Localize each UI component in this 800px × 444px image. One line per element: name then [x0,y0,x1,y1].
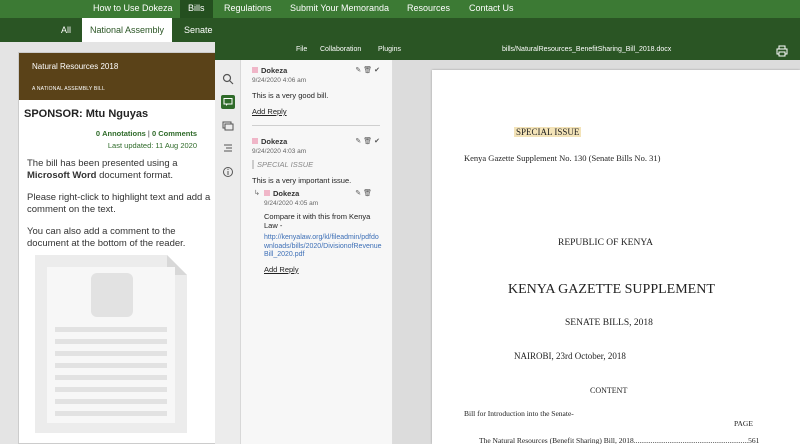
doc-supplement-title: KENYA GAZETTE SUPPLEMENT [508,282,715,297]
document-page[interactable]: SPECIAL ISSUE Kenya Gazette Supplement N… [432,70,800,444]
bill-sidebar: Natural Resources 2018 A NATIONAL ASSEMB… [0,42,216,444]
comment-date: 9/24/2020 4:03 am [252,148,307,155]
bill-card-header: Natural Resources 2018 A NATIONAL ASSEMB… [19,53,215,100]
resolve-icon[interactable]: ✔ [374,67,382,74]
nav-bills[interactable]: Bills [180,0,213,18]
reply-link[interactable]: http://kenyalaw.org/kl/fileadmin/pdfdown… [264,234,382,260]
house-tabs: All National Assembly Senate [0,18,800,42]
nav-how-to-use[interactable]: How to Use Dokeza [93,0,173,18]
doc-special-issue: SPECIAL ISSUE [514,127,582,137]
author-color-icon [252,138,258,144]
desc-format-post: document format. [99,169,174,181]
comments-label[interactable]: Comments [158,129,197,138]
doc-senate-bills: SENATE BILLS, 2018 [565,318,653,328]
top-navigation: How to Use Dokeza Bills Regulations Subm… [0,0,800,18]
document-filename: bills/NaturalResources_BenefitSharing_Bi… [502,46,672,53]
doc-gazette-line: Kenya Gazette Supplement No. 130 (Senate… [464,153,661,163]
comment-item: Dokeza ✎🗑✔ 9/24/2020 4:03 am SPECIAL ISS… [252,137,382,274]
document-viewport[interactable]: SPECIAL ISSUE Kenya Gazette Supplement N… [393,60,800,444]
nav-resources[interactable]: Resources [407,0,450,18]
toc-item-title: The Natural Resources (Benefit Sharing) … [479,436,634,444]
nav-submit-memoranda[interactable]: Submit Your Memoranda [290,0,389,18]
bill-title: Natural Resources 2018 [32,62,119,71]
last-updated: Last updated: 11 Aug 2020 [107,141,197,150]
desc-comment-help: You can also add a comment to the docume… [27,226,186,249]
comment-actions: ✎🗑✔ [355,137,382,145]
doc-dateline: NAIROBI, 23rd October, 2018 [514,351,626,361]
comment-icon[interactable] [221,95,235,109]
bill-card: Natural Resources 2018 A NATIONAL ASSEMB… [18,52,216,444]
add-reply-link[interactable]: Add Reply [264,265,382,274]
comment-text: This is a very good bill. [252,91,329,100]
comments-panel: Dokeza ✎🗑✔ 9/24/2020 4:06 am This is a v… [241,60,393,444]
author-color-icon [252,67,258,73]
edit-icon[interactable]: ✎ [355,190,363,197]
bill-sponsor: SPONSOR: Mtu Nguyas [24,108,149,120]
doc-republic: REPUBLIC OF KENYA [558,238,654,248]
menu-collaboration[interactable]: Collaboration [320,46,361,53]
reply-date: 9/24/2020 4:05 am [264,200,319,207]
info-icon[interactable] [222,166,234,178]
comment-item: Dokeza ✎🗑✔ 9/24/2020 4:06 am This is a v… [252,66,382,116]
reply-text: Compare it with this from Kenya Law - [264,212,371,230]
comment-text: This is a very important issue. [252,176,352,185]
tab-all[interactable]: All [61,18,71,42]
comment-actions: ✎🗑✔ [355,66,382,74]
toc-item-page: 561 [748,436,760,444]
comments-list-icon[interactable] [222,120,234,132]
doc-content-heading: CONTENT [590,386,628,395]
desc-format-pre: The bill has been presented using a [27,158,178,169]
author-color-icon [264,190,270,196]
reply-actions: ✎🗑 [355,189,374,197]
comment-quote: SPECIAL ISSUE [252,160,382,169]
comment-author-name: Dokeza [261,137,288,146]
nav-regulations[interactable]: Regulations [224,0,272,18]
doc-page-label: PAGE [734,419,753,428]
reply-author-name: Dokeza [273,189,300,198]
document-illustration-icon [35,255,187,433]
annotations-count: 0 [95,129,100,138]
resolve-icon[interactable]: ✔ [374,138,382,145]
viewer-toolbar: File Collaboration Plugins bills/Natural… [215,42,800,60]
viewer-sidebar-icons [215,60,241,444]
comment-date: 9/24/2020 4:06 am [252,77,307,84]
tab-senate[interactable]: Senate [184,18,213,42]
nav-contact-us[interactable]: Contact Us [469,0,514,18]
desc-highlight-help: Please right-click to highlight text and… [27,192,211,215]
doc-intro: Bill for Introduction into the Senate- [464,409,574,418]
comment-reply: ↳ Dokeza ✎🗑 9/24/2020 4:05 am Compare it… [252,189,382,274]
doc-toc-item: The Natural Resources (Benefit Sharing) … [479,436,760,444]
comment-author-name: Dokeza [261,66,288,75]
desc-format-bold: Microsoft Word [27,169,97,181]
comments-count: 0 [151,129,157,138]
menu-file[interactable]: File [296,46,307,53]
bill-house: A NATIONAL ASSEMBLY BILL [32,86,105,92]
menu-plugins[interactable]: Plugins [378,46,401,53]
comment-divider [252,125,380,126]
bill-description: The bill has been presented using a Micr… [27,158,211,260]
print-icon[interactable] [776,45,788,57]
annotations-label[interactable]: Annotations [102,129,146,138]
reply-arrow-icon: ↳ [254,190,260,197]
delete-icon[interactable]: 🗑 [363,67,374,74]
tab-national-assembly[interactable]: National Assembly [82,18,173,42]
delete-icon[interactable]: 🗑 [363,138,374,145]
outline-icon[interactable] [222,142,234,154]
add-reply-link[interactable]: Add Reply [252,107,382,116]
bill-meta: 0 Annotations | 0 Comments Last updated:… [95,129,197,150]
delete-icon[interactable]: 🗑 [363,190,374,197]
search-icon[interactable] [222,73,234,85]
